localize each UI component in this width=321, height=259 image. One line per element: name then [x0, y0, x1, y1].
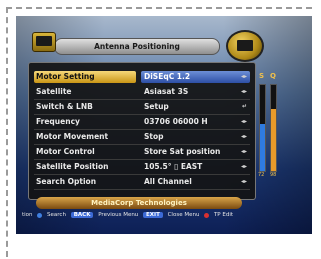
antenna-menu: Motor Setting DiSEqC 1.2 ◂▸ Satellite As…	[28, 62, 256, 200]
menu-row-motor-movement[interactable]: Motor Movement Stop ◂▸	[34, 131, 250, 145]
menu-row-frequency[interactable]: Frequency 03706 06000 H ◂▸	[34, 116, 250, 130]
menu-row-search-option[interactable]: Search Option All Channel ◂▸	[34, 176, 250, 190]
menu-label: Frequency	[36, 117, 80, 126]
menu-row-switch-lnb[interactable]: Switch & LNB Setup ↵	[34, 101, 250, 115]
arrows-icon: ◂▸	[240, 178, 247, 185]
menu-value[interactable]: Store Sat position	[141, 146, 250, 158]
signal-value: 72	[258, 172, 265, 178]
quality-label: Q	[270, 72, 276, 80]
menu-value[interactable]: All Channel	[141, 176, 250, 188]
menu-row-motor-setting[interactable]: Motor Setting DiSEqC 1.2 ◂▸	[34, 71, 250, 83]
help-back: Previous Menu	[98, 212, 139, 218]
menu-label: Switch & LNB	[36, 102, 93, 111]
quality-value: 98	[270, 172, 277, 178]
help-exit: Close Menu	[167, 212, 200, 218]
row-divider	[34, 114, 250, 115]
row-divider	[34, 144, 250, 145]
menu-row-satellite-position[interactable]: Satellite Position 105.5° ▯ EAST ◂▸	[34, 161, 250, 175]
menu-row-motor-control[interactable]: Motor Control Store Sat position ◂▸	[34, 146, 250, 160]
menu-label: Motor Control	[36, 147, 95, 156]
quality-bar	[270, 84, 277, 172]
signal-fill	[260, 123, 265, 171]
arrows-icon: ◂▸	[240, 133, 247, 140]
quality-fill	[271, 109, 276, 171]
exit-key[interactable]: EXIT	[143, 212, 163, 218]
menu-label: Motor Movement	[36, 132, 109, 141]
back-key[interactable]: BACK	[70, 212, 94, 218]
menu-value[interactable]: 03706 06000 H	[141, 116, 250, 128]
menu-label: Satellite Position	[36, 162, 109, 171]
dashed-border-top	[6, 7, 312, 9]
arrows-icon: ◂▸	[240, 73, 247, 80]
arrows-icon: ◂▸	[240, 118, 247, 125]
row-divider	[34, 159, 250, 160]
menu-label: Motor Setting	[34, 71, 136, 83]
red-dot-icon	[204, 212, 210, 218]
row-divider	[34, 129, 250, 130]
row-divider	[34, 174, 250, 175]
blue-dot-icon	[37, 212, 43, 218]
help-bar: tion Search BACK Previous Menu EXIT Clos…	[22, 212, 292, 222]
menu-value[interactable]: Setup	[141, 101, 250, 113]
screen-title: Antenna Positioning	[54, 38, 220, 55]
help-text-left: tion	[22, 212, 33, 218]
arrows-icon: ◂▸	[240, 163, 247, 170]
brand-bar: MediaCorp Technologies	[36, 197, 242, 209]
menu-value[interactable]: 105.5° ▯ EAST	[141, 161, 250, 173]
signal-meters: S Q 72 98	[257, 72, 279, 182]
arrows-icon: ◂▸	[240, 148, 247, 155]
menu-label: Satellite	[36, 87, 72, 96]
tv-badge-icon	[226, 30, 264, 62]
enter-icon: ↵	[241, 103, 247, 110]
menu-value[interactable]: Asiasat 3S	[141, 86, 250, 98]
row-divider	[34, 99, 250, 100]
signal-bar	[259, 84, 266, 172]
row-divider	[34, 189, 250, 190]
signal-label: S	[259, 72, 265, 80]
help-tp-edit[interactable]: TP Edit	[214, 212, 233, 218]
menu-label: Search Option	[36, 177, 97, 186]
menu-value[interactable]: DiSEqC 1.2	[141, 71, 250, 83]
help-search[interactable]: Search	[47, 212, 66, 218]
menu-value[interactable]: Stop	[141, 131, 250, 143]
arrows-icon: ◂▸	[240, 88, 247, 95]
menu-row-satellite[interactable]: Satellite Asiasat 3S ◂▸	[34, 86, 250, 100]
tv-icon	[32, 32, 56, 52]
dashed-border-left	[6, 7, 8, 257]
